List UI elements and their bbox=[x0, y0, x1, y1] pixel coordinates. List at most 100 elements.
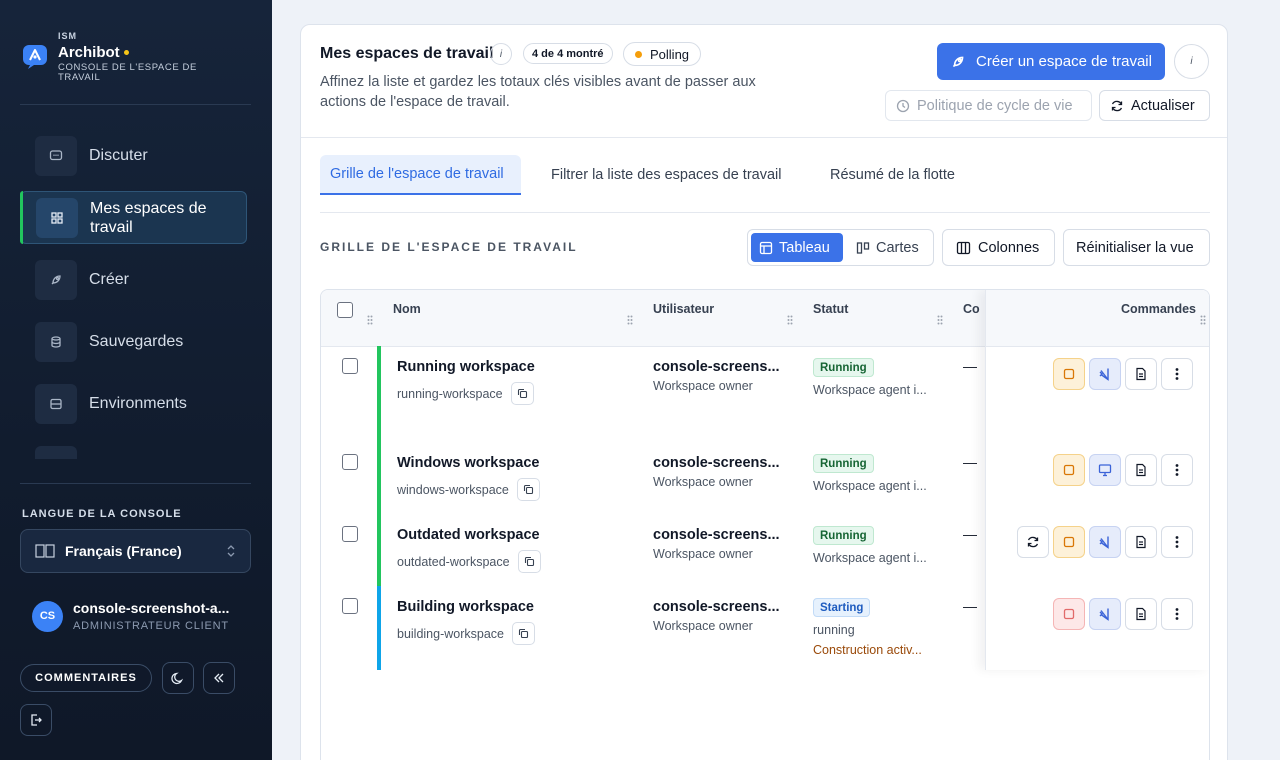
more-actions-button[interactable] bbox=[1161, 358, 1193, 390]
logs-button[interactable] bbox=[1125, 358, 1157, 390]
stop-button[interactable] bbox=[1053, 598, 1085, 630]
view-cards-label: Cartes bbox=[876, 239, 919, 256]
lifecycle-policy-button[interactable]: Politique de cycle de vie bbox=[885, 90, 1092, 121]
count-badge: 4 de 4 montré bbox=[523, 43, 613, 64]
drag-handle-icon[interactable] bbox=[627, 312, 633, 330]
reset-view-button[interactable]: Réinitialiser la vue bbox=[1063, 229, 1210, 266]
select-all-checkbox[interactable] bbox=[337, 302, 353, 318]
logs-button[interactable] bbox=[1125, 598, 1157, 630]
status-detail: Workspace agent i... bbox=[813, 479, 927, 493]
server-icon bbox=[35, 383, 77, 424]
clock-icon bbox=[896, 99, 910, 112]
vscode-icon bbox=[1099, 536, 1109, 549]
vscode-button[interactable] bbox=[1089, 358, 1121, 390]
logs-button[interactable] bbox=[1125, 526, 1157, 558]
language-title: LANGUE DE LA CONSOLE bbox=[22, 508, 182, 520]
stop-icon bbox=[1063, 368, 1075, 380]
collapse-sidebar-button[interactable] bbox=[203, 662, 235, 694]
drag-handle-icon[interactable] bbox=[1200, 312, 1206, 330]
feedback-button[interactable]: COMMENTAIRES bbox=[20, 664, 152, 692]
workspace-user: console-screens... bbox=[653, 527, 780, 543]
info-icon[interactable]: i bbox=[490, 43, 512, 65]
more-actions-button[interactable] bbox=[1161, 526, 1193, 558]
stop-button[interactable] bbox=[1053, 454, 1085, 486]
logs-button[interactable] bbox=[1125, 454, 1157, 486]
column-header-user[interactable]: Utilisateur bbox=[653, 302, 714, 316]
sidebar-item-more[interactable] bbox=[20, 439, 247, 459]
tab-fleet-summary[interactable]: Résumé de la flotte bbox=[820, 155, 965, 195]
theme-toggle-button[interactable] bbox=[162, 662, 194, 694]
section-title: GRILLE DE L'ESPACE DE TRAVAIL bbox=[320, 240, 578, 254]
brand-subtitle: CONSOLE DE L'ESPACE DE TRAVAIL bbox=[58, 62, 197, 83]
table-icon bbox=[759, 241, 773, 254]
user-profile[interactable]: CS console-screenshot-a... ADMINISTRATEU… bbox=[32, 600, 238, 632]
brand-name: Archibot bbox=[58, 44, 120, 61]
language-select[interactable]: Français (France) bbox=[20, 529, 251, 573]
tab-bar: Grille de l'espace de travail Filtrer la… bbox=[320, 155, 1210, 213]
stop-button[interactable] bbox=[1053, 358, 1085, 390]
vscode-button[interactable] bbox=[1089, 598, 1121, 630]
user-name: console-screenshot-a... bbox=[73, 600, 230, 616]
logout-button[interactable] bbox=[20, 704, 52, 736]
column-header-name[interactable]: Nom bbox=[393, 302, 421, 316]
user-role: ADMINISTRATEUR CLIENT bbox=[73, 620, 229, 632]
view-cards-button[interactable]: Cartes bbox=[848, 233, 927, 262]
column-header-commands[interactable]: Commandes bbox=[1121, 302, 1196, 316]
view-table-button[interactable]: Tableau bbox=[751, 233, 843, 262]
workspace-name[interactable]: Outdated workspace bbox=[397, 527, 540, 543]
column-header-status[interactable]: Statut bbox=[813, 302, 848, 316]
refresh-button[interactable]: Actualiser bbox=[1099, 90, 1210, 121]
tab-filter-list[interactable]: Filtrer la liste des espaces de travail bbox=[541, 155, 792, 195]
row-checkbox[interactable] bbox=[342, 454, 358, 470]
workspace-slug: outdated-workspace bbox=[397, 550, 541, 573]
more-nav-icon bbox=[35, 445, 77, 459]
workspace-name[interactable]: Windows workspace bbox=[397, 455, 540, 471]
file-text-icon bbox=[1136, 607, 1146, 621]
moon-icon bbox=[171, 672, 184, 685]
stop-icon bbox=[1063, 536, 1075, 548]
more-actions-button[interactable] bbox=[1161, 454, 1193, 486]
stop-button[interactable] bbox=[1053, 526, 1085, 558]
workspace-name[interactable]: Building workspace bbox=[397, 599, 534, 615]
more-vertical-icon bbox=[1175, 608, 1179, 620]
book-icon bbox=[35, 544, 55, 558]
sidebar-item-discuter[interactable]: Discuter bbox=[20, 129, 247, 182]
status-badge: Running bbox=[813, 526, 874, 545]
tab-workspace-grid[interactable]: Grille de l'espace de travail bbox=[320, 155, 521, 195]
copy-icon[interactable] bbox=[510, 382, 534, 405]
row-checkbox[interactable] bbox=[342, 526, 358, 542]
status-bar bbox=[377, 514, 381, 586]
status-detail: Workspace agent i... bbox=[813, 551, 927, 565]
empty-cell: — bbox=[963, 598, 977, 614]
rocket-icon bbox=[952, 56, 964, 67]
status-bar bbox=[377, 442, 381, 514]
copy-icon[interactable] bbox=[512, 622, 536, 645]
more-actions-button[interactable] bbox=[1161, 598, 1193, 630]
sidebar-item-creer[interactable]: Créer bbox=[20, 253, 247, 306]
copy-icon[interactable] bbox=[517, 550, 541, 573]
remote-desktop-button[interactable] bbox=[1089, 454, 1121, 486]
polling-dot-icon bbox=[635, 50, 642, 58]
brand[interactable]: ISM Archibot CONSOLE DE L'ESPACE DE TRAV… bbox=[22, 32, 228, 83]
drag-handle-icon[interactable] bbox=[367, 312, 373, 330]
sidebar-item-mes-espaces[interactable]: Mes espaces de travail bbox=[20, 191, 247, 244]
create-workspace-button[interactable]: Créer un espace de travail bbox=[937, 43, 1165, 80]
row-checkbox[interactable] bbox=[342, 598, 358, 614]
info-icon[interactable]: i bbox=[1174, 44, 1209, 79]
vscode-button[interactable] bbox=[1089, 526, 1121, 558]
sidebar-divider bbox=[20, 104, 251, 105]
sidebar-item-sauvegardes[interactable]: Sauvegardes bbox=[20, 315, 247, 368]
more-vertical-icon bbox=[1175, 464, 1179, 476]
refresh-icon bbox=[1027, 536, 1039, 548]
update-button[interactable] bbox=[1017, 526, 1049, 558]
drag-handle-icon[interactable] bbox=[937, 312, 943, 330]
copy-icon[interactable] bbox=[516, 478, 540, 501]
column-header-partial[interactable]: Co bbox=[963, 302, 980, 316]
drag-handle-icon[interactable] bbox=[787, 312, 793, 330]
database-icon bbox=[35, 321, 77, 362]
sidebar-item-environments[interactable]: Environments bbox=[20, 377, 247, 430]
columns-button[interactable]: Colonnes bbox=[942, 229, 1055, 266]
workspace-name[interactable]: Running workspace bbox=[397, 359, 535, 375]
workspace-slug-text: running-workspace bbox=[397, 386, 503, 401]
row-checkbox[interactable] bbox=[342, 358, 358, 374]
